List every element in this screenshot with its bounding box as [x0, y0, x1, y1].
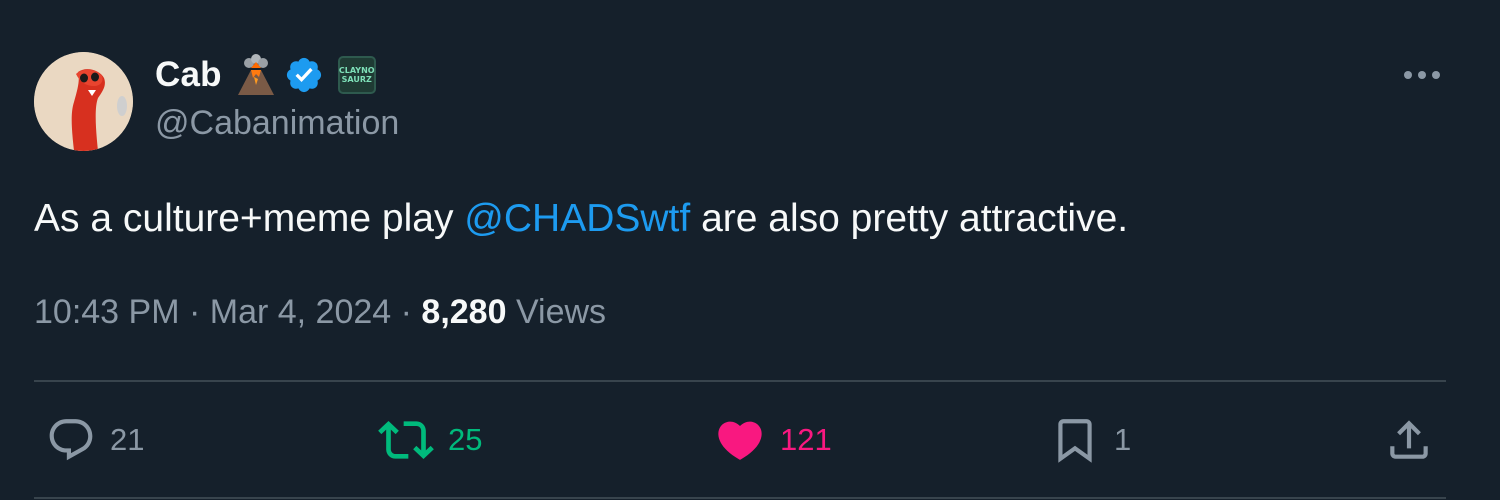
like-button[interactable]: 121: [714, 410, 832, 470]
tweet-text-before: As a culture+meme play: [34, 197, 465, 240]
meta-separator: ·: [179, 293, 210, 331]
divider: [34, 380, 1446, 382]
reply-button[interactable]: 21: [46, 410, 144, 470]
share-button[interactable]: [1384, 410, 1434, 470]
bookmark-icon: [1058, 419, 1092, 463]
retweet-button[interactable]: 25: [378, 410, 482, 470]
reply-icon: [49, 419, 93, 461]
retweet-icon: [378, 421, 434, 459]
affiliate-badge[interactable]: CLAYNO SAURZ: [337, 56, 376, 94]
verified-badge-icon[interactable]: [284, 55, 324, 95]
more-options-icon[interactable]: [1400, 60, 1444, 90]
meta-separator: ·: [391, 293, 422, 331]
divider: [34, 497, 1446, 499]
action-bar: 21 25 121 1: [0, 410, 1500, 470]
like-count: 121: [780, 422, 832, 457]
mention-link[interactable]: @CHADSwtf: [464, 197, 690, 240]
volcano-icon: [237, 54, 274, 95]
reply-count: 21: [110, 422, 145, 457]
avatar[interactable]: [34, 52, 133, 151]
views-count[interactable]: 8,280: [421, 293, 506, 331]
tweet-text-after: are also pretty attractive.: [690, 197, 1129, 240]
display-name[interactable]: Cab: [155, 55, 222, 95]
author-handle[interactable]: @Cabanimation: [155, 104, 399, 143]
tweet-card: Cab CLAYNO SAURZ @Cabanimation As a cult…: [0, 0, 1500, 500]
heart-icon: [718, 421, 762, 460]
author-name-row: Cab CLAYNO SAURZ: [155, 52, 376, 98]
tweet-text: As a culture+meme play @CHADSwtf are als…: [34, 197, 1128, 241]
tweet-date[interactable]: Mar 4, 2024: [210, 293, 391, 331]
bookmark-button[interactable]: 1: [1050, 410, 1131, 470]
affiliate-badge-line2: SAURZ: [341, 75, 372, 84]
retweet-count: 25: [448, 422, 483, 457]
tweet-meta: 10:43 PM · Mar 4, 2024 · 8,280 Views: [34, 293, 606, 332]
tweet-time[interactable]: 10:43 PM: [34, 293, 180, 331]
share-icon: [1390, 420, 1428, 459]
views-label: Views: [506, 293, 607, 331]
affiliate-badge-line1: CLAYNO: [338, 66, 375, 75]
bookmark-count: 1: [1114, 422, 1132, 457]
